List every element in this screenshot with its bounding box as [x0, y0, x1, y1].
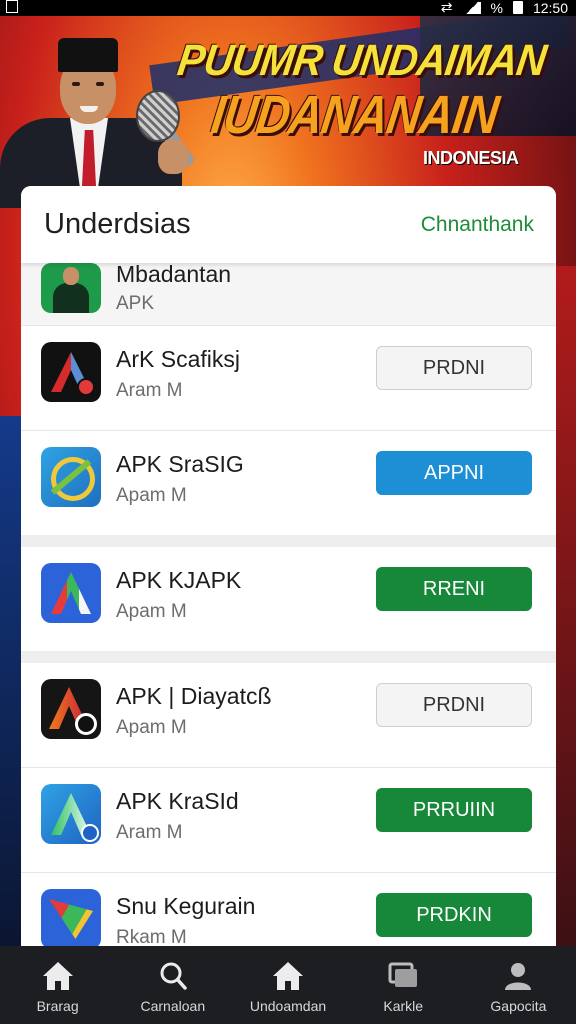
app-name: Mbadantan	[116, 263, 232, 287]
nav-item-main[interactable]: Undoamdan	[230, 946, 345, 1024]
list-item[interactable]: ArK Scafiksj Aram M PRDNI	[21, 326, 556, 431]
nav-label: Brarag	[36, 998, 79, 1014]
battery-percent: %	[490, 0, 503, 16]
home-icon	[271, 960, 305, 992]
banner-person-image	[0, 18, 196, 208]
status-bar: ⇄ % 12:50	[0, 0, 576, 16]
app-icon-person	[41, 263, 101, 313]
app-action-button[interactable]: PRRUIIN	[376, 788, 532, 832]
app-subtitle: APK	[116, 293, 155, 314]
app-name: APK KJAPK	[116, 567, 242, 593]
app-list: Mbadantan APK ArK Scafiksj Aram M PRDNI …	[21, 263, 556, 946]
list-item[interactable]: APK KraSId Aram M PRRUIIN	[21, 768, 556, 873]
notification-icon	[6, 0, 18, 13]
nav-item-search[interactable]: Carnaloan	[115, 946, 230, 1024]
app-subtitle: Aram M	[116, 822, 183, 843]
app-action-button[interactable]: PRDKIN	[376, 893, 532, 937]
nav-label: Undoamdan	[249, 998, 327, 1014]
card-header-link[interactable]: Chnanthank	[421, 213, 534, 237]
card-header: Underdsias Chnanthank	[21, 186, 556, 263]
list-item[interactable]: APK KJAPK Apam M RRENI	[21, 547, 556, 663]
list-item[interactable]: Mbadantan APK	[21, 263, 556, 326]
list-item[interactable]: APK SraSIG Apam M APPNI	[21, 431, 556, 547]
signal-icon	[462, 1, 481, 14]
nav-label: Carnaloan	[140, 998, 206, 1014]
app-icon-a-dark	[41, 342, 101, 402]
library-icon	[386, 960, 420, 992]
banner-title-line2: IUDANANAIN	[207, 85, 502, 145]
status-time: 12:50	[532, 0, 568, 16]
banner-title-line1: PUUMR UNDAIMAN	[174, 36, 549, 85]
app-action-button[interactable]: APPNI	[376, 451, 532, 495]
app-icon-a-orange	[41, 679, 101, 739]
search-icon	[156, 960, 190, 992]
list-item[interactable]: APK | Diayatcß Apam M PRDNI	[21, 663, 556, 768]
app-subtitle: Apam M	[116, 601, 187, 622]
app-name: Snu Kegurain	[116, 893, 256, 919]
app-name: APK KraSId	[116, 788, 239, 814]
app-icon-a-blue	[41, 563, 101, 623]
list-item[interactable]: Snu Kegurain Rkam M PRDKIN	[21, 873, 556, 946]
nav-label: Gapocita	[490, 998, 547, 1014]
battery-icon	[512, 1, 523, 14]
app-list-card: Underdsias Chnanthank Mbadantan APK ArK …	[21, 186, 556, 946]
app-subtitle: Rkam M	[116, 927, 187, 946]
profile-icon	[501, 960, 535, 992]
app-subtitle: Apam M	[116, 485, 187, 506]
banner-subtitle: INDONESIA	[423, 148, 519, 168]
sync-icon: ⇄	[440, 0, 453, 15]
app-name: APK SraSIG	[116, 451, 244, 477]
nav-item-library[interactable]: Karkle	[346, 946, 461, 1024]
app-icon-ring	[41, 447, 101, 507]
bottom-navigation: Brarag Carnaloan Undoamdan Karkle Gapoci…	[0, 946, 576, 1024]
home-icon	[41, 960, 75, 992]
app-action-button[interactable]: PRDNI	[376, 346, 532, 390]
app-icon-shape	[41, 889, 101, 946]
app-subtitle: Apam M	[116, 717, 187, 738]
nav-item-profile[interactable]: Gapocita	[461, 946, 576, 1024]
app-icon-a-green	[41, 784, 101, 844]
app-action-button[interactable]: PRDNI	[376, 683, 532, 727]
app-name: APK | Diayatcß	[116, 683, 272, 709]
nav-label: Karkle	[383, 998, 424, 1014]
nav-item-home[interactable]: Brarag	[0, 946, 115, 1024]
app-action-button[interactable]: RRENI	[376, 567, 532, 611]
app-subtitle: Aram M	[116, 380, 183, 401]
app-name: ArK Scafiksj	[116, 346, 240, 372]
card-title: Underdsias	[44, 208, 191, 240]
